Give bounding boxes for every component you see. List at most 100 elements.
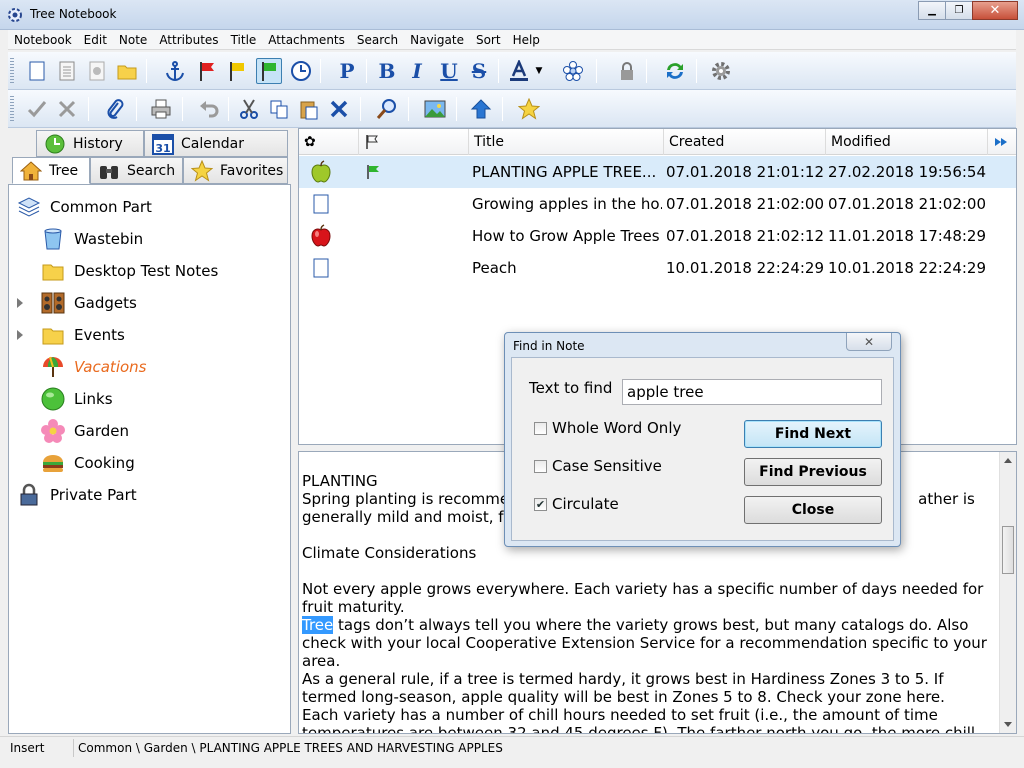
red-flag-button[interactable]	[194, 58, 220, 84]
bold-button[interactable]: B	[374, 58, 400, 84]
paragraph-button[interactable]: P	[334, 58, 360, 84]
minimize-button[interactable]: ▁	[918, 1, 946, 20]
column-flag[interactable]	[359, 129, 469, 155]
underline-button[interactable]: U	[436, 58, 462, 84]
green-flag-button[interactable]	[256, 58, 282, 84]
checkbox-box[interactable]	[534, 459, 547, 473]
star-icon	[518, 98, 540, 120]
paste-button[interactable]	[296, 96, 322, 122]
sync-button[interactable]	[662, 58, 688, 84]
italic-icon: I	[412, 59, 422, 83]
column-chooser-button[interactable]	[988, 129, 1016, 155]
tree-node-wastebin[interactable]: Wastebin	[41, 225, 143, 253]
accept-button[interactable]	[24, 96, 50, 122]
tree-node-desktop-test-notes[interactable]: Desktop Test Notes	[41, 257, 218, 285]
reminder-button[interactable]	[288, 58, 314, 84]
editor-scrollbar[interactable]	[999, 452, 1016, 733]
copy-button[interactable]	[266, 96, 292, 122]
toolbar-grip-2[interactable]	[10, 96, 14, 122]
anchor-button[interactable]	[162, 58, 188, 84]
tree-node-private-part[interactable]: Private Part	[17, 481, 137, 509]
close-button[interactable]: Close	[744, 496, 882, 524]
checkmark-icon[interactable]: ✔	[534, 497, 547, 511]
scroll-thumb[interactable]	[1002, 526, 1014, 574]
italic-button[interactable]: I	[404, 58, 430, 84]
scroll-down-icon[interactable]	[1004, 722, 1012, 727]
style-button[interactable]	[560, 58, 586, 84]
tree-node-events[interactable]: Events	[17, 321, 125, 349]
column-icon[interactable]: ✿	[299, 129, 359, 155]
tree-node-cooking[interactable]: Cooking	[41, 449, 135, 477]
yellow-flag-button[interactable]	[224, 58, 250, 84]
list-row[interactable]: PLANTING APPLE TREE... 07.01.2018 21:01:…	[299, 156, 1016, 188]
find-previous-button[interactable]: Find Previous	[744, 458, 882, 486]
tree-node-gadgets[interactable]: Gadgets	[17, 289, 137, 317]
favorite-button[interactable]	[516, 96, 542, 122]
delete-x-icon	[330, 100, 348, 118]
tab-favorites[interactable]: Favorites	[183, 157, 288, 184]
tree-node-vacations[interactable]: Vacations	[41, 353, 146, 381]
tab-tree[interactable]: Tree	[12, 157, 90, 184]
font-color-button[interactable]	[506, 58, 532, 84]
close-icon: ✕	[863, 334, 875, 349]
find-button[interactable]	[374, 96, 400, 122]
toolbar-grip[interactable]	[10, 58, 14, 84]
undo-button[interactable]	[196, 96, 222, 122]
whole-word-checkbox[interactable]: Whole Word Only	[534, 419, 681, 437]
circulate-checkbox[interactable]: ✔ Circulate	[534, 495, 619, 513]
text-to-find-input[interactable]	[622, 379, 882, 405]
scroll-up-icon[interactable]	[1004, 458, 1012, 463]
checkbox-box[interactable]	[534, 421, 547, 435]
list-row[interactable]: Peach 10.01.2018 22:24:29 10.01.2018 22:…	[299, 252, 1016, 284]
close-window-button[interactable]: ✕	[972, 1, 1018, 20]
title-bar: Tree Notebook ▁ ❐ ✕	[0, 0, 1024, 30]
dialog-close-button[interactable]: ✕	[846, 333, 892, 351]
tab-search[interactable]: Search	[90, 157, 183, 184]
column-modified[interactable]: Modified	[826, 129, 988, 155]
menu-help[interactable]: Help	[507, 33, 546, 47]
menu-title[interactable]: Title	[225, 33, 263, 47]
menu-attributes[interactable]: Attributes	[153, 33, 224, 47]
tab-calendar[interactable]: 31 Calendar	[144, 130, 288, 157]
menu-notebook[interactable]: Notebook	[8, 33, 78, 47]
cut-button[interactable]	[236, 96, 262, 122]
search-highlight: Tree	[302, 616, 334, 634]
attach-button[interactable]	[102, 96, 128, 122]
strikethrough-button[interactable]: S	[466, 58, 492, 84]
cross-icon	[58, 100, 76, 118]
list-row[interactable]: How to Grow Apple Trees 07.01.2018 21:02…	[299, 220, 1016, 252]
column-created[interactable]: Created	[664, 129, 826, 155]
tab-history[interactable]: History	[36, 130, 144, 157]
settings-button[interactable]	[708, 58, 734, 84]
insert-image-button[interactable]	[422, 96, 448, 122]
menu-attachments[interactable]: Attachments	[262, 33, 351, 47]
maximize-button[interactable]: ❐	[945, 1, 973, 20]
menu-navigate[interactable]: Navigate	[404, 33, 470, 47]
new-icon-note-button[interactable]	[84, 58, 110, 84]
new-text-note-button[interactable]	[54, 58, 80, 84]
lock-button[interactable]	[614, 58, 640, 84]
reject-button[interactable]	[54, 96, 80, 122]
move-up-button[interactable]	[468, 96, 494, 122]
tree-node-links[interactable]: Links	[41, 385, 113, 413]
new-note-button[interactable]	[24, 58, 50, 84]
yellow-flag-icon	[230, 62, 244, 81]
expand-arrow-icon[interactable]	[17, 298, 23, 308]
delete-button[interactable]	[326, 96, 352, 122]
anchor-icon	[166, 61, 184, 82]
list-row[interactable]: Growing apples in the ho... 07.01.2018 2…	[299, 188, 1016, 220]
find-next-button[interactable]: Find Next	[744, 420, 882, 448]
column-title[interactable]: Title	[469, 129, 664, 155]
print-button[interactable]	[148, 96, 174, 122]
menu-sort[interactable]: Sort	[470, 33, 507, 47]
tree-node-common-part[interactable]: Common Part	[17, 193, 152, 221]
menu-search[interactable]: Search	[351, 33, 404, 47]
menu-note[interactable]: Note	[113, 33, 153, 47]
expand-arrow-icon[interactable]	[17, 330, 23, 340]
tree-node-garden[interactable]: Garden	[41, 417, 129, 445]
case-sensitive-checkbox[interactable]: Case Sensitive	[534, 457, 662, 475]
new-folder-button[interactable]	[114, 58, 140, 84]
tree-view[interactable]: Common Part Wastebin Desktop Test Notes …	[8, 184, 291, 734]
font-color-dropdown[interactable]: ▼	[532, 58, 546, 84]
menu-edit[interactable]: Edit	[78, 33, 113, 47]
